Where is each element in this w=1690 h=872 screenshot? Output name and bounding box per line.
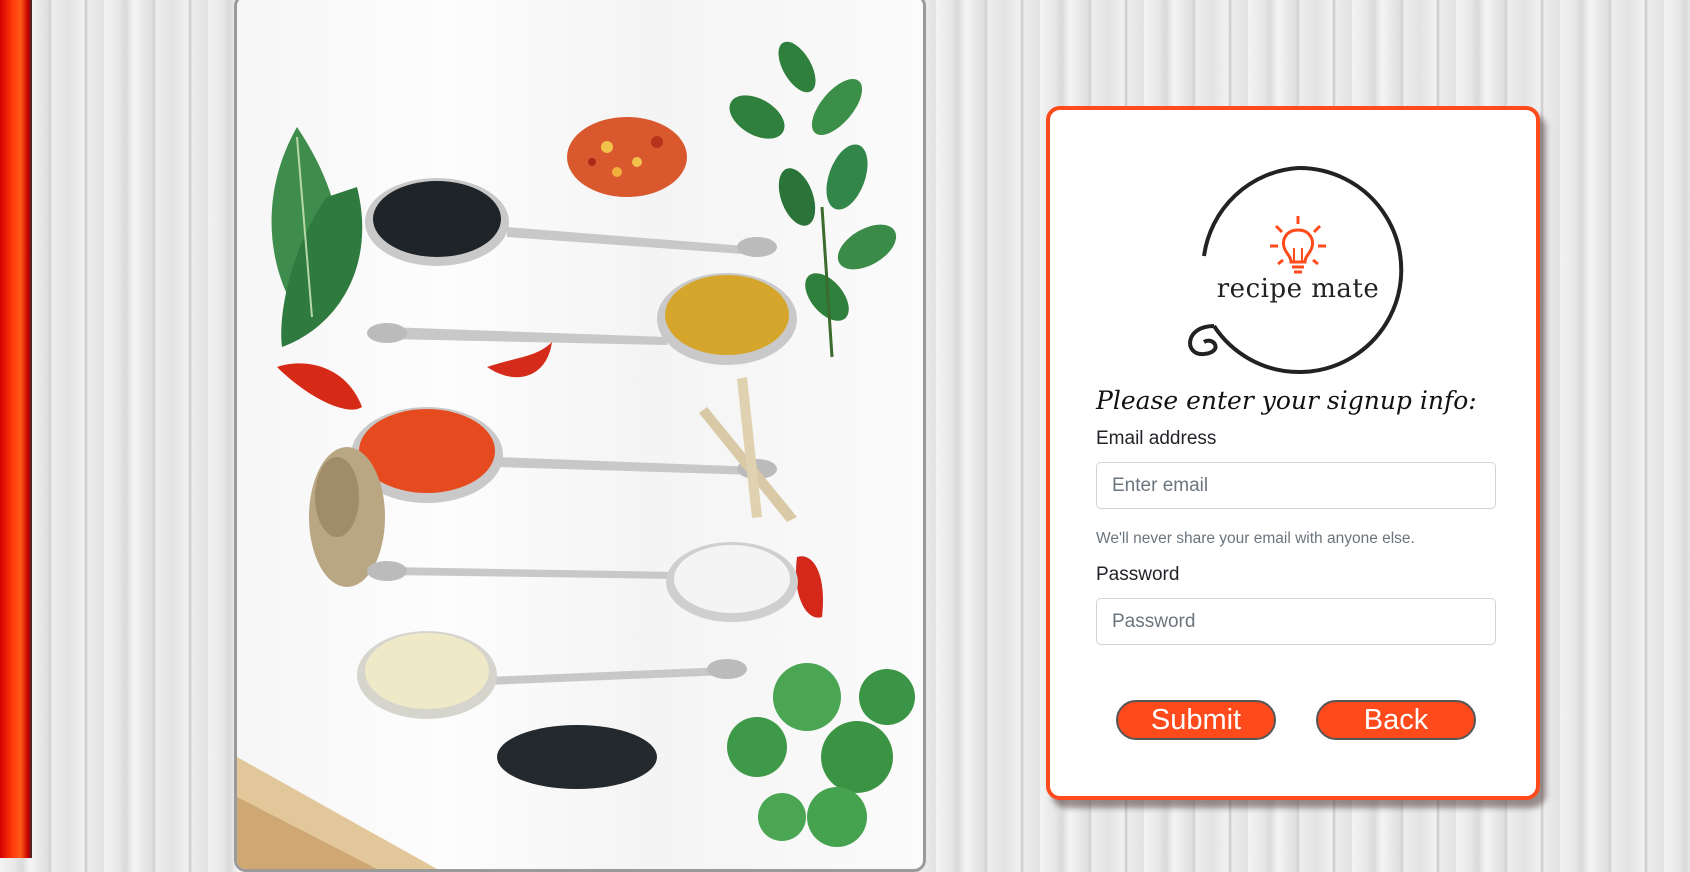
brand-logo: recipe mate — [1174, 156, 1422, 382]
email-label: Email address — [1096, 428, 1217, 449]
chili-flakes — [567, 117, 687, 197]
lightbulb-icon — [1270, 216, 1326, 274]
bay-leaves — [271, 127, 363, 347]
cinnamon-sticks — [699, 377, 797, 522]
spices-photo — [237, 41, 915, 869]
spoon-fennel — [357, 631, 747, 719]
cilantro — [727, 663, 915, 847]
spices-photo-panel — [234, 0, 926, 872]
spoon-salt — [367, 542, 798, 622]
spoon-curry-powder — [367, 273, 797, 365]
email-field[interactable] — [1096, 462, 1496, 509]
signup-card: recipe mate Please enter your signup inf… — [1046, 106, 1540, 800]
back-button[interactable]: Back — [1316, 700, 1476, 740]
password-label: Password — [1096, 564, 1180, 585]
left-accent-strip — [0, 0, 32, 858]
brand-name: recipe mate — [1216, 274, 1380, 304]
black-seeds-pile — [497, 725, 657, 789]
wooden-board — [237, 757, 437, 869]
password-field[interactable] — [1096, 598, 1496, 645]
spoon-black-seeds — [365, 178, 777, 266]
email-help-text: We'll never share your email with anyone… — [1096, 530, 1415, 547]
form-heading: Please enter your signup info: — [1096, 386, 1477, 415]
submit-button[interactable]: Submit — [1116, 700, 1276, 740]
